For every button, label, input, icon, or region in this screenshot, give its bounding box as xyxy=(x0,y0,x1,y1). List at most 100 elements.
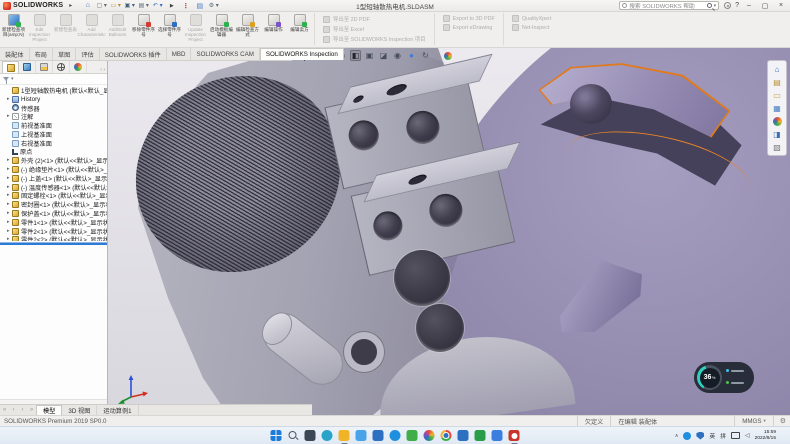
tab-scroll-next-icon[interactable]: › xyxy=(18,407,27,413)
search-input[interactable]: 搜索 SOLIDWORKS 帮助 xyxy=(629,1,704,10)
hide-show-items-icon[interactable] xyxy=(392,50,403,61)
ribbon-button[interactable]: 新建检查表 xyxy=(53,13,78,43)
ime-indicator[interactable]: 拼 xyxy=(720,431,726,440)
panel-tab-overflow-icon[interactable]: ‹ › xyxy=(100,67,107,73)
document-tab[interactable]: 模型 xyxy=(36,405,62,415)
edge-icon[interactable] xyxy=(322,430,333,441)
ribbon-button[interactable]: 新建检查项目(amp;N) xyxy=(1,13,26,43)
export-item[interactable]: Net-Inspect xyxy=(512,24,552,31)
view-orientation-icon[interactable] xyxy=(364,50,375,61)
tree-item[interactable]: (-) 绝缘垫片<1> (默认<<默认>_显 xyxy=(0,165,107,174)
help-button[interactable]: ? xyxy=(735,2,739,9)
wechat-icon[interactable] xyxy=(407,430,418,441)
apply-scene-icon[interactable] xyxy=(442,50,453,61)
ribbon-tab[interactable]: SOLIDWORKS Inspection xyxy=(260,48,344,60)
home-icon[interactable] xyxy=(82,1,93,10)
ribbon-button[interactable]: 移除零件序号 xyxy=(131,13,156,43)
tree-item[interactable]: 传感器 xyxy=(0,104,107,113)
edit-appearance-icon[interactable] xyxy=(406,50,417,61)
ribbon-tab[interactable]: SOLIDWORKS CAM xyxy=(191,48,259,60)
export-item[interactable]: Export eDrawing xyxy=(443,24,495,31)
tab-configurationmanager[interactable] xyxy=(36,61,53,73)
app-green-icon[interactable] xyxy=(475,430,486,441)
tree-item[interactable]: 上视基准面 xyxy=(0,130,107,139)
task-view-icon[interactable] xyxy=(305,430,316,441)
login-user-icon[interactable] xyxy=(724,2,731,9)
undo-icon[interactable] xyxy=(152,1,163,10)
tree-item[interactable]: 注解 xyxy=(0,112,107,121)
restore-button[interactable]: ▢ xyxy=(759,2,771,10)
appearances-icon[interactable] xyxy=(770,115,784,127)
tab-scroll-last-icon[interactable]: » xyxy=(27,407,36,413)
taskbar-clock[interactable]: 15:59 2022/8/15 xyxy=(755,430,776,441)
tab-scroll-prev-icon[interactable]: ‹ xyxy=(9,407,18,413)
open-icon[interactable] xyxy=(110,1,121,10)
menu-flyout-icon[interactable]: ▸ xyxy=(69,2,72,9)
export-item[interactable]: 导出至 SOLIDWORKS Inspection 项目 xyxy=(323,35,426,43)
store-icon[interactable] xyxy=(373,430,384,441)
docs-icon[interactable] xyxy=(458,430,469,441)
tree-item[interactable]: 零件2<1> (默认<<默认>_显示状 xyxy=(0,227,107,236)
resources-home-icon[interactable] xyxy=(770,63,784,75)
file-properties-icon[interactable] xyxy=(194,1,205,10)
ribbon-tab[interactable]: 装配体 xyxy=(0,48,30,60)
export-item[interactable]: Export to 3D PDF xyxy=(443,15,495,22)
tree-item[interactable]: 右视基准面 xyxy=(0,139,107,148)
search-caret-icon[interactable]: ▾ xyxy=(714,3,717,9)
rebuild-icon[interactable] xyxy=(180,1,191,10)
ribbon-button[interactable]: 编辑卖方 xyxy=(287,13,312,43)
filter-caret-icon[interactable]: ▾ xyxy=(11,76,14,82)
file-explorer-icon[interactable] xyxy=(770,89,784,101)
ribbon-button[interactable]: Add/Edit Balloons xyxy=(105,13,130,43)
tab-scroll-first-icon[interactable]: « xyxy=(0,407,9,413)
tree-item[interactable]: 零件1<1> (默认<<默认>_显示状态 xyxy=(0,218,107,227)
search-icon[interactable] xyxy=(288,430,299,441)
export-item[interactable]: 导出至 2D PDF xyxy=(323,15,426,23)
chrome-icon[interactable] xyxy=(441,430,452,441)
ribbon-tab[interactable]: 草图 xyxy=(53,48,76,60)
status-options-icon[interactable]: ⚙ xyxy=(773,416,790,426)
volume-icon[interactable]: ◁ xyxy=(745,432,750,439)
file-explorer-icon[interactable] xyxy=(339,430,350,441)
tree-item[interactable]: 前视基准面 xyxy=(0,121,107,130)
wps-icon[interactable] xyxy=(492,430,503,441)
new-document-icon[interactable] xyxy=(96,1,107,10)
tree-item[interactable]: 密封圈<1> (默认<<默认>_显示状 xyxy=(0,200,107,209)
tree-item[interactable]: 外壳 (2)<1> (默认<<默认>_显示状 xyxy=(0,156,107,165)
ribbon-tab[interactable]: 布局 xyxy=(30,48,53,60)
onedrive-icon[interactable] xyxy=(390,430,401,441)
close-button[interactable]: × xyxy=(775,2,787,9)
export-item[interactable]: QualityXpert xyxy=(512,15,552,22)
ribbon-button[interactable]: 编辑检查方式 xyxy=(235,13,260,43)
search-box[interactable]: 搜索 SOLIDWORKS 帮助 ▾ xyxy=(619,1,719,10)
ribbon-tab[interactable]: 评估 xyxy=(76,48,99,60)
ribbon-tab[interactable]: MBD xyxy=(167,48,192,60)
tree-item[interactable]: 固定螺栓<1> (默认<<默认>_显示 xyxy=(0,192,107,201)
document-tab[interactable]: 3D 视图 xyxy=(62,405,97,415)
solidworks-icon[interactable] xyxy=(509,430,520,441)
tree-item[interactable]: 零件2<2> (默认<<默认>_显示状 xyxy=(0,236,107,241)
graphics-area[interactable]: 36% xyxy=(108,48,790,415)
ribbon-button[interactable]: 选择零件序号 xyxy=(157,13,182,43)
ribbon-button[interactable]: Update Inspection Project xyxy=(183,13,208,43)
tree-filter-bar[interactable]: ▾ xyxy=(0,74,107,85)
document-tab[interactable]: 运动算例1 xyxy=(97,405,138,415)
tab-dimxpertmanager[interactable] xyxy=(53,61,70,73)
display-tray-icon[interactable] xyxy=(731,432,740,439)
onedrive-tray-icon[interactable] xyxy=(683,432,691,440)
tab-displaymanager[interactable] xyxy=(70,61,87,73)
tray-expand-icon[interactable]: ∧ xyxy=(675,433,679,439)
view-palette-icon[interactable] xyxy=(770,102,784,114)
start-icon[interactable] xyxy=(271,430,282,441)
design-library-icon[interactable] xyxy=(770,76,784,88)
tree-item[interactable]: History xyxy=(0,95,107,104)
ribbon-button[interactable]: Edit Inspection Project xyxy=(27,13,52,43)
print-icon[interactable] xyxy=(138,1,149,10)
tab-featuremanager[interactable] xyxy=(2,61,19,73)
ribbon-button[interactable]: Add Characteristic xyxy=(79,13,104,43)
tree-item[interactable]: 原点 xyxy=(0,148,107,157)
ribbon-tab[interactable]: SOLIDWORKS 插件 xyxy=(100,48,167,60)
units-selector[interactable]: MMGS▾ xyxy=(734,416,773,426)
section-view-icon[interactable] xyxy=(350,50,361,61)
tree-item[interactable]: 1型短轴散热电机 (默认<默认_显示状态-1 xyxy=(0,86,107,95)
